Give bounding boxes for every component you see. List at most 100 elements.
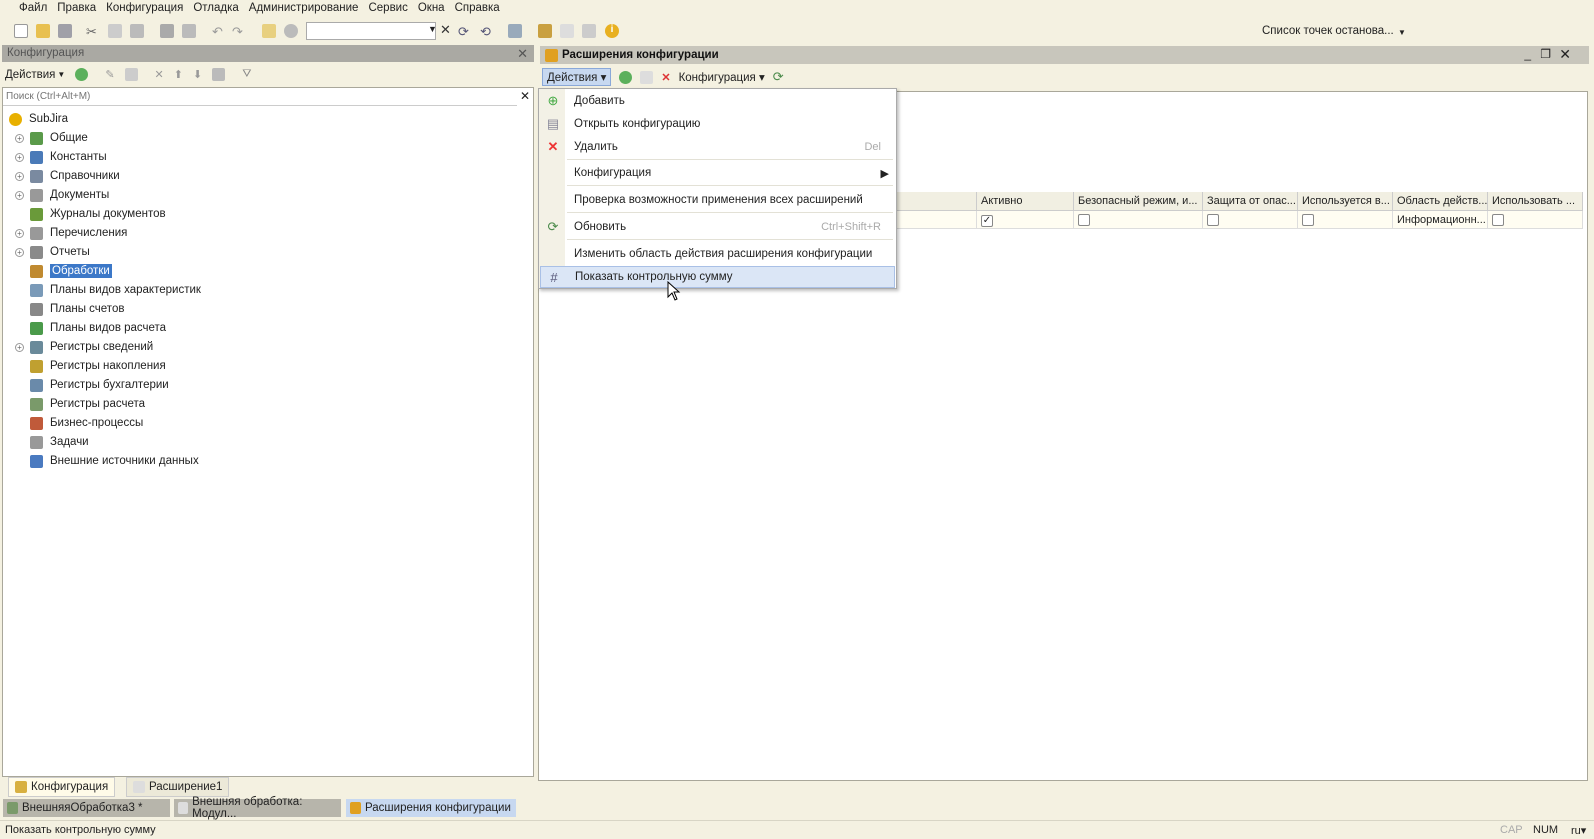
menu-item-show-checksum[interactable]: # Показать контрольную сумму <box>540 266 895 288</box>
tree-item[interactable]: Планы счетов <box>15 300 124 318</box>
cell-active[interactable]: ✓ <box>977 211 1074 229</box>
actions-dropdown[interactable]: Действия ▾ <box>542 68 612 86</box>
menu-configuration[interactable]: Конфигурация <box>101 0 188 16</box>
language-selector[interactable]: ru▾ <box>1571 824 1586 837</box>
tab-configuration[interactable]: Конфигурация <box>8 777 116 797</box>
menu-item-add[interactable]: ⊕ Добавить <box>540 90 895 112</box>
delete-icon[interactable]: ✕ <box>155 68 164 81</box>
menu-item-change-scope[interactable]: Изменить область действия расширения кон… <box>540 243 895 265</box>
add-icon[interactable] <box>75 68 89 81</box>
column-header-used-in[interactable]: Используется в... <box>1298 192 1393 211</box>
breakpoints-list-button[interactable]: Список точек останова... <box>1262 25 1394 37</box>
window-tab-module[interactable]: Внешняя обработка: Модул... <box>174 796 341 820</box>
tree-item[interactable]: Регистры накопления <box>15 357 166 375</box>
menu-item-open-configuration[interactable]: ▤ Открыть конфигурацию <box>540 113 895 135</box>
expand-icon[interactable]: + <box>15 247 24 257</box>
menu-edit[interactable]: Правка <box>52 0 101 16</box>
menu-debug[interactable]: Отладка <box>188 0 243 16</box>
new-file-icon[interactable] <box>14 24 28 38</box>
tree-item[interactable]: SubJira <box>9 110 68 128</box>
use-checkbox[interactable] <box>1492 214 1504 226</box>
tab-extension1[interactable]: Расширение1 <box>126 777 230 797</box>
clear-tree-search-icon[interactable]: ✕ <box>520 89 530 103</box>
paste-icon[interactable] <box>130 24 144 38</box>
column-header-scope[interactable]: Область действ... <box>1393 192 1488 211</box>
menu-item-delete[interactable]: ✕ Удалить Del <box>540 136 895 158</box>
cell-protection[interactable] <box>1203 211 1298 229</box>
menu-item-refresh[interactable]: ⟳ Обновить Ctrl+Shift+R <box>540 216 895 238</box>
tree-item[interactable]: Планы видов характеристик <box>15 281 201 299</box>
expand-icon[interactable]: + <box>15 342 24 352</box>
menu-administration[interactable]: Администрирование <box>244 0 364 16</box>
copy-icon[interactable] <box>108 24 122 38</box>
tree-item[interactable]: + Отчеты <box>15 243 90 261</box>
menu-service[interactable]: Сервис <box>363 0 412 16</box>
active-checkbox[interactable]: ✓ <box>981 215 993 227</box>
cell-use[interactable] <box>1488 211 1583 229</box>
search-icon[interactable] <box>284 24 298 38</box>
find-icon[interactable] <box>262 24 276 38</box>
tree-item[interactable]: Планы видов расчета <box>15 319 166 337</box>
tree-item[interactable]: Задачи <box>15 433 89 451</box>
tree-item[interactable]: Журналы документов <box>15 205 166 223</box>
print-icon[interactable] <box>160 24 174 38</box>
window-tab-extensions[interactable]: Расширения конфигурации <box>346 799 516 817</box>
tree-item[interactable]: Регистры бухгалтерии <box>15 376 169 394</box>
find-prev-icon[interactable]: ⟲ <box>480 24 494 39</box>
tree-item[interactable]: Внешние источники данных <box>15 452 199 470</box>
redo-icon[interactable]: ↷ <box>232 24 246 39</box>
configuration-dropdown[interactable]: Конфигурация ▾ <box>679 70 765 84</box>
tree-item[interactable]: + Документы <box>15 186 109 204</box>
add-icon[interactable] <box>619 70 633 84</box>
cut-icon[interactable]: ✂ <box>86 24 100 39</box>
tree-item[interactable]: + Перечисления <box>15 224 127 242</box>
tree-search-input[interactable] <box>3 88 517 106</box>
menu-item-configuration[interactable]: Конфигурация ▶ <box>540 162 895 184</box>
windows-icon[interactable] <box>508 24 522 38</box>
close-window-icon[interactable]: ✕ <box>1559 46 1571 63</box>
help-search-icon[interactable] <box>560 24 574 38</box>
tree-item[interactable]: Бизнес-процессы <box>15 414 143 432</box>
preview-icon[interactable] <box>182 24 196 38</box>
window-tab-external-processing3[interactable]: ВнешняяОбработка3 * <box>3 799 170 817</box>
sort-icon[interactable] <box>212 68 226 81</box>
clear-search-icon[interactable]: ✕ <box>440 22 451 38</box>
menu-help[interactable]: Справка <box>450 0 505 16</box>
actions-dropdown[interactable]: Действия <box>5 69 55 81</box>
expand-icon[interactable]: + <box>15 228 24 238</box>
delete-icon[interactable]: ✕ <box>661 71 670 84</box>
cell-scope[interactable]: Информационн... <box>1393 211 1488 229</box>
save-icon[interactable] <box>58 24 72 38</box>
used-in-checkbox[interactable] <box>1302 214 1314 226</box>
column-header-safe-mode[interactable]: Безопасный режим, и... <box>1074 192 1203 211</box>
syntax-helper-icon[interactable] <box>582 24 596 38</box>
edit-icon[interactable]: ✎ <box>105 68 114 81</box>
protection-checkbox[interactable] <box>1207 214 1219 226</box>
tree-item[interactable]: + Регистры сведений <box>15 338 153 356</box>
minimize-icon[interactable]: _ <box>1524 47 1531 61</box>
filter-icon[interactable]: ⛛ <box>242 68 251 81</box>
menu-item-check-extensions[interactable]: Проверка возможности применения всех рас… <box>540 189 895 211</box>
search-input[interactable] <box>306 22 436 40</box>
info-icon[interactable]: i <box>605 24 619 38</box>
menu-file[interactable]: Файл <box>14 0 52 16</box>
open-config-icon[interactable] <box>640 70 654 84</box>
breakpoints-dropdown-icon[interactable]: ▼ <box>1398 28 1406 37</box>
expand-icon[interactable]: + <box>15 171 24 181</box>
column-header-use[interactable]: Использовать ... <box>1488 192 1583 211</box>
close-panel-icon[interactable]: ✕ <box>517 46 528 62</box>
tree-item[interactable]: Регистры расчета <box>15 395 145 413</box>
assistant-icon[interactable] <box>538 24 552 38</box>
move-down-icon[interactable]: ⬇ <box>193 68 202 81</box>
expand-icon[interactable]: + <box>15 133 24 143</box>
expand-icon[interactable]: + <box>15 152 24 162</box>
restore-icon[interactable]: ❐ <box>1540 47 1551 61</box>
move-up-icon[interactable]: ⬆ <box>174 68 183 81</box>
open-file-icon[interactable] <box>36 24 50 38</box>
column-header-active[interactable]: Активно <box>977 192 1074 211</box>
tree-item[interactable]: Обработки <box>15 262 112 280</box>
search-dropdown-icon[interactable]: ▼ <box>428 24 437 34</box>
safe-mode-checkbox[interactable] <box>1078 214 1090 226</box>
cell-safe-mode[interactable] <box>1074 211 1203 229</box>
copy-icon[interactable] <box>124 68 138 81</box>
